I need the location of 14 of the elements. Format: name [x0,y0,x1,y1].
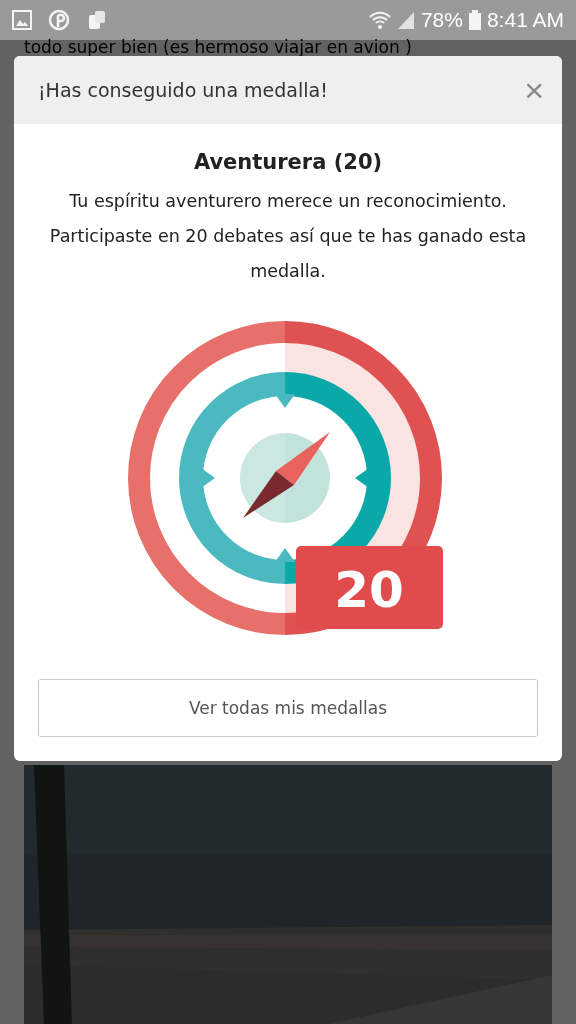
medal-count: 20 [334,561,404,619]
dialog-title: ¡Has conseguido una medalla! [38,79,329,101]
app-icon [86,9,108,31]
battery-icon [468,10,481,30]
medal-name: Aventurera (20) [193,150,383,174]
clock: 8:41 AM [486,8,564,32]
pin-icon [48,9,70,31]
view-medals-button[interactable]: Ver todas mis medallas [38,679,538,737]
signal-icon [396,10,415,30]
image-icon [12,10,32,30]
post-text: todo super bien (es hermoso viajar en avion ) [24,40,413,55]
battery-percent: 78% [420,8,463,32]
medal-description: Tu espíritu aventurero merece un reconocimiento. Participaste en 20 debates así que te has ganado esta medalla. [48,190,528,283]
wifi-icon [368,10,391,30]
